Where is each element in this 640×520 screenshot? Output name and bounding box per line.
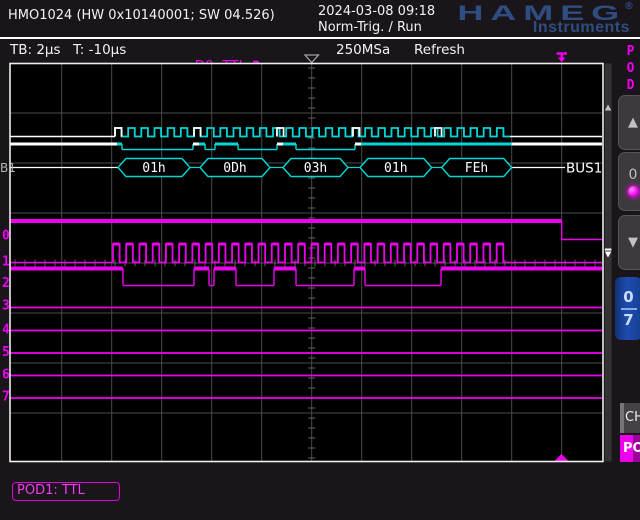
bus-left-label: B1	[0, 161, 16, 175]
bus-value-2: 03h	[304, 161, 327, 176]
bus-value-1: 0Dh	[223, 161, 246, 176]
scope-display: B1 BUS1 0 1 2 3 4 5 6 7 01h 0Dh 03h 01h FEh	[0, 0, 640, 520]
channel-range-button[interactable]: 0 7	[615, 277, 640, 340]
trigger-position-marker[interactable]	[305, 55, 319, 63]
channel-label-7: 7	[2, 390, 10, 405]
tab-channel[interactable]: CH	[620, 403, 640, 433]
range-bottom-label: 7	[623, 312, 633, 329]
channel-label-6: 6	[2, 368, 10, 383]
channel-active-led	[628, 186, 639, 197]
bus-right-label: BUS1	[566, 161, 602, 177]
channel-select-button[interactable]: 0	[618, 152, 640, 211]
tab-pod[interactable]: PO	[620, 435, 640, 462]
channel-label-5: 5	[2, 345, 10, 360]
channel-up-button[interactable]: ▲	[618, 95, 640, 150]
up-arrow-icon: ▲	[628, 115, 638, 130]
trigger-time-marker[interactable]	[557, 54, 568, 63]
channel-label-0: 0	[2, 229, 10, 244]
channel-down-button[interactable]: ▼	[618, 215, 640, 270]
bus-value-4: FEh	[465, 161, 488, 176]
bus-value-0: 01h	[142, 161, 165, 176]
range-divider	[621, 308, 637, 310]
channel-label-1: 1	[2, 255, 10, 270]
bus-value-3: 01h	[384, 161, 407, 176]
selected-channel-label: 0	[629, 167, 638, 183]
channel-label-3: 3	[2, 299, 10, 314]
scope-scrollbar[interactable]	[605, 64, 612, 462]
down-arrow-icon: ▼	[628, 235, 638, 250]
range-top-label: 0	[623, 289, 633, 306]
channel-label-2: 2	[2, 276, 10, 291]
channel-label-4: 4	[2, 323, 10, 338]
pod-mode-badge: POD1: TTL	[12, 482, 120, 501]
